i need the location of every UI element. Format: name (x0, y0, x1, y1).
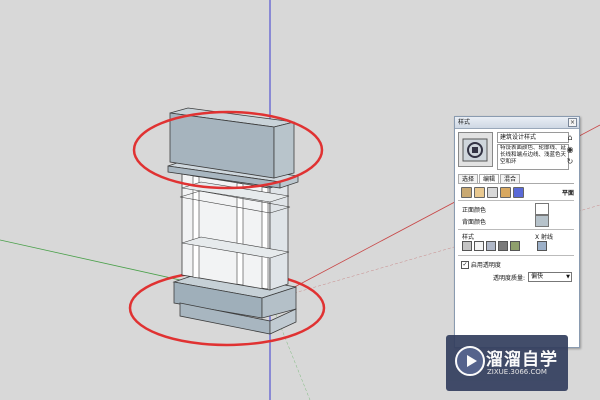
building-model[interactable] (167, 107, 299, 335)
panel-title: 样式 (455, 117, 579, 129)
style-thumbnail (458, 132, 493, 167)
back-color-label: 背面颜色 (462, 219, 487, 226)
divider (458, 200, 574, 201)
watermark-url: ZIXUE.3066.COM (487, 368, 547, 376)
wireframe-icon[interactable] (462, 241, 472, 251)
sketchup-viewport[interactable]: 样式 × 建筑设计样式 特设表面颜色、轮廓线、延长线和端点边线、浅蓝色天空和环 … (0, 0, 600, 400)
monochrome-icon[interactable] (510, 241, 520, 251)
front-color-label: 正面颜色 (462, 207, 487, 214)
watermark-settings-icon[interactable] (500, 187, 511, 198)
modeling-settings-icon[interactable] (513, 187, 524, 198)
xray-label: X 射线 (535, 234, 554, 241)
close-icon[interactable]: × (568, 118, 577, 127)
flat-label: 平面 (561, 190, 574, 197)
divider (458, 255, 574, 256)
xray-icon[interactable] (537, 241, 547, 251)
shaded-icon[interactable] (486, 241, 496, 251)
shaded-textures-icon[interactable] (498, 241, 508, 251)
edit-category-icons (461, 187, 526, 198)
play-logo-icon (455, 346, 485, 376)
divider (458, 229, 574, 230)
styles-panel: 样式 × 建筑设计样式 特设表面颜色、轮廓线、延长线和端点边线、浅蓝色天空和环 … (454, 116, 580, 348)
back-color-swatch[interactable] (535, 215, 549, 227)
style-preview-icon (462, 138, 488, 162)
create-style-icon[interactable]: ◉ (566, 144, 574, 156)
watermark-title: 溜溜自学 (486, 350, 558, 370)
style-header: 建筑设计样式 特设表面颜色、轮廓线、延长线和端点边线、浅蓝色天空和环 ⌂ ◉ ↻ (458, 132, 574, 172)
background-settings-icon[interactable] (487, 187, 498, 198)
style-name-field[interactable]: 建筑设计样式 (497, 132, 569, 143)
watermark-logo: 溜溜自学 ZIXUE.3066.COM (446, 335, 568, 391)
transparency-checkbox-label: 启用透明度 (470, 262, 501, 269)
transparency-quality-label: 透明度质量: (493, 275, 526, 282)
style-label: 样式 (462, 234, 475, 241)
transparency-quality-select[interactable]: 偏快 ▼ (528, 272, 572, 282)
hidden-line-icon[interactable] (474, 241, 484, 251)
update-icon[interactable]: ↻ (566, 156, 574, 168)
chevron-down-icon: ▼ (566, 274, 570, 280)
tab-divider (458, 183, 574, 184)
transparency-checkbox[interactable]: ✓ (461, 260, 469, 269)
home-icon[interactable]: ⌂ (566, 132, 574, 144)
edge-settings-icon[interactable] (461, 187, 472, 198)
front-color-swatch[interactable] (535, 203, 549, 215)
face-settings-icon[interactable] (474, 187, 485, 198)
xray-toggle (537, 241, 549, 253)
face-style-icons (462, 241, 522, 253)
side-icons: ⌂ ◉ ↻ (566, 132, 574, 168)
style-description-field[interactable]: 特设表面颜色、轮廓线、延长线和端点边线、浅蓝色天空和环 (497, 144, 569, 170)
transparency-checkbox-row[interactable]: ✓ 启用透明度 (461, 260, 501, 269)
transparency-quality-value: 偏快 (531, 273, 544, 280)
